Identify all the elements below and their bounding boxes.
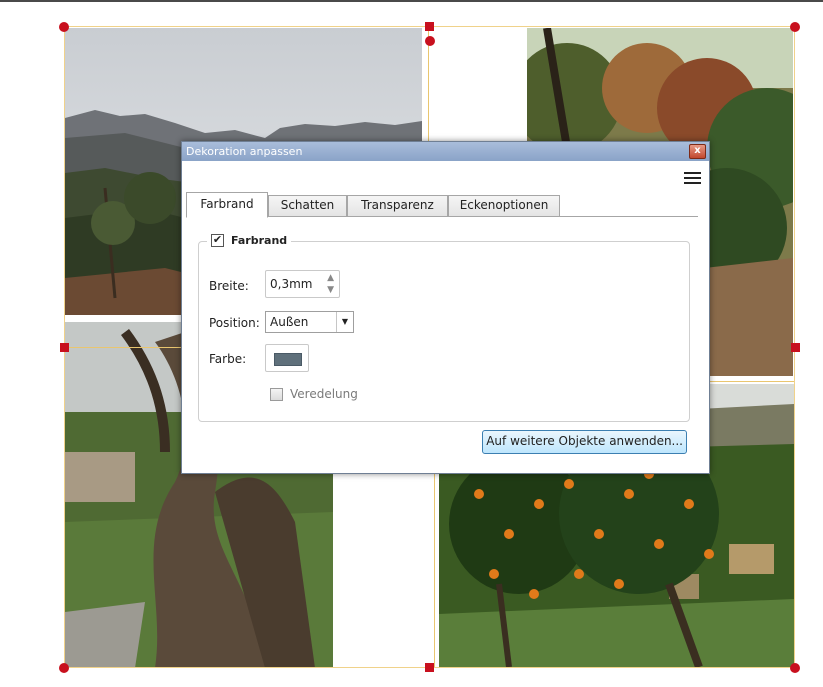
resize-handle-top-center[interactable] bbox=[425, 22, 434, 31]
decoration-dialog: Dekoration anpassen x Farbrand Schatten … bbox=[181, 141, 710, 474]
close-icon[interactable]: x bbox=[689, 144, 706, 159]
tab-schatten[interactable]: Schatten bbox=[268, 195, 347, 217]
resize-handle-bottom-left[interactable] bbox=[59, 663, 69, 673]
tab-eckenoptionen[interactable]: Eckenoptionen bbox=[448, 195, 560, 217]
resize-handle-middle-right[interactable] bbox=[791, 343, 800, 352]
tab-transparenz[interactable]: Transparenz bbox=[347, 195, 448, 217]
tab-panel-farbrand: ✔ Farbrand Breite: 0,3mm ▲ ▼ Position: A… bbox=[186, 216, 698, 466]
resize-handle-middle-left[interactable] bbox=[60, 343, 69, 352]
veredelung-label: Veredelung bbox=[290, 387, 358, 401]
color-label: Farbe: bbox=[209, 352, 247, 366]
resize-handle-bottom-right[interactable] bbox=[790, 663, 800, 673]
width-value: 0,3mm bbox=[270, 277, 313, 291]
top-border-line bbox=[0, 0, 823, 2]
dialog-title: Dekoration anpassen bbox=[186, 145, 303, 158]
menu-icon[interactable] bbox=[684, 172, 701, 184]
width-label: Breite: bbox=[209, 279, 249, 293]
resize-handle-bottom-center[interactable] bbox=[425, 663, 434, 672]
tab-farbrand[interactable]: Farbrand bbox=[186, 192, 268, 218]
spin-up-icon[interactable]: ▲ bbox=[327, 273, 334, 283]
farbrand-checkbox[interactable]: ✔ bbox=[211, 234, 224, 247]
position-select[interactable]: Außen ▼ bbox=[265, 311, 354, 333]
width-stepper[interactable]: 0,3mm ▲ ▼ bbox=[265, 270, 340, 298]
dialog-titlebar[interactable]: Dekoration anpassen x bbox=[182, 142, 709, 161]
color-picker-button[interactable] bbox=[265, 344, 309, 372]
chevron-down-icon[interactable]: ▼ bbox=[336, 312, 353, 332]
farbrand-group: ✔ Farbrand Breite: 0,3mm ▲ ▼ Position: A… bbox=[198, 234, 690, 422]
color-swatch bbox=[274, 353, 302, 366]
position-value: Außen bbox=[270, 315, 309, 329]
veredelung-checkbox[interactable] bbox=[270, 388, 283, 401]
farbrand-group-label: Farbrand bbox=[231, 234, 288, 247]
apply-to-other-objects-button[interactable]: Auf weitere Objekte anwenden... bbox=[482, 430, 687, 454]
resize-handle-top-center-secondary[interactable] bbox=[425, 36, 435, 46]
resize-handle-top-right[interactable] bbox=[790, 22, 800, 32]
resize-handle-top-left[interactable] bbox=[59, 22, 69, 32]
position-label: Position: bbox=[209, 316, 260, 330]
spin-down-icon[interactable]: ▼ bbox=[327, 285, 334, 295]
